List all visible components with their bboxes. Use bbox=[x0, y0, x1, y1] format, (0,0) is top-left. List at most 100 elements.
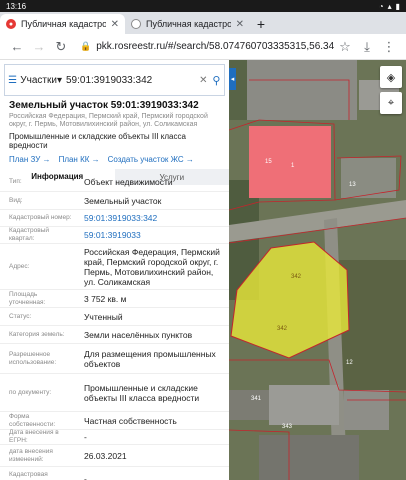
building-label: 1 bbox=[291, 163, 295, 169]
attribute-row: Разрешенное использование: Для размещения… bbox=[0, 344, 229, 374]
attribute-key: Кадастровая стоимость: bbox=[9, 470, 48, 480]
attribute-value[interactable]: 59:01:3919033:342 bbox=[75, 210, 229, 226]
attribute-row: Форма собственности: Частная собственност… bbox=[0, 412, 229, 430]
lock-icon: 🔒 bbox=[80, 41, 92, 51]
search-type-select[interactable]: Участки ▾ bbox=[20, 75, 66, 86]
chevron-down-icon: ▾ bbox=[56, 74, 62, 86]
map-tools-icon[interactable]: ⌖ bbox=[380, 92, 402, 114]
tab-pkk-1[interactable]: ● Публичная кадастрова ✕ bbox=[0, 14, 125, 34]
building-footprint bbox=[249, 126, 331, 198]
object-links: План ЗУ → План КК → Создать участок ЖС → bbox=[9, 155, 220, 164]
attribute-key: Категория земель: bbox=[9, 330, 65, 338]
attribute-row: Кадастровая стоимость: - bbox=[0, 467, 229, 480]
attribute-key: Форма собственности: bbox=[9, 412, 56, 428]
forward-button[interactable]: → bbox=[28, 36, 50, 58]
tab-pkk-2[interactable]: Публичная кадастровая ✕ bbox=[125, 14, 250, 34]
object-header: Земельный участок 59:01:3919033:342 Росс… bbox=[0, 96, 229, 164]
parcel-label-341: 341 bbox=[251, 396, 262, 402]
object-address: Российская Федерация, Пермский край, Пер… bbox=[9, 113, 208, 128]
parcel-label: 342 bbox=[291, 274, 302, 280]
attribute-key: Статус: bbox=[9, 312, 32, 320]
attribute-value: Объект недвижимости bbox=[84, 176, 173, 187]
map-toolbar: ◈ ⌖ bbox=[380, 66, 402, 114]
parcel-label-13: 13 bbox=[349, 182, 356, 188]
attribute-key: Адрес: bbox=[9, 262, 30, 270]
attribute-key: Площадь уточненная: bbox=[9, 290, 46, 306]
status-icons: ◔ ▴ ▮ bbox=[379, 2, 400, 11]
attribute-value: Российская Федерация, Пермский край, Пер… bbox=[84, 246, 220, 287]
attribute-key: Разрешенное использование: bbox=[9, 350, 57, 366]
attribute-value: 3 752 кв. м bbox=[84, 293, 127, 304]
status-bar: 13:16 ◔ ▴ ▮ bbox=[0, 0, 406, 12]
back-button[interactable]: ← bbox=[6, 36, 28, 58]
clock: 13:16 bbox=[6, 1, 27, 11]
create-parcel-link[interactable]: Создать участок ЖС → bbox=[108, 155, 194, 164]
attribute-value: - bbox=[84, 432, 87, 442]
attribute-value: Учтенный bbox=[84, 311, 123, 322]
new-tab-button[interactable]: + bbox=[252, 14, 270, 34]
site-favicon-icon: ● bbox=[6, 19, 16, 29]
download-icon[interactable]: ⤓ bbox=[356, 36, 378, 58]
attribute-value[interactable]: 59:01:3919033 bbox=[75, 227, 229, 243]
tab-strip: ● Публичная кадастрова ✕ Публичная кадас… bbox=[0, 12, 406, 34]
tab-title: Публичная кадастровая bbox=[146, 19, 231, 29]
info-panel: ☰ Участки ▾ ✕ ⚲ Земельный участок 59:01:… bbox=[0, 60, 229, 480]
satellite-map bbox=[229, 60, 406, 480]
attribute-row: Тип: Объект недвижимости bbox=[0, 172, 229, 192]
attribute-value: - bbox=[84, 473, 87, 480]
attribute-row: Площадь уточненная: 3 752 кв. м bbox=[0, 290, 229, 308]
attribute-row: по документу: Промышленные и складские об… bbox=[0, 374, 229, 412]
layers-icon[interactable]: ◈ bbox=[380, 66, 402, 88]
attribute-value: Частная собственность bbox=[84, 415, 177, 426]
url-text: pkk.rosreestr.ru/#/search/58.07476070333… bbox=[96, 41, 334, 52]
attribute-row: Статус: Учтенный bbox=[0, 308, 229, 326]
parcel-label: 342 bbox=[277, 326, 288, 332]
reload-button[interactable]: ↻ bbox=[50, 36, 72, 58]
address-bar: ← → ↻ 🔒 pkk.rosreestr.ru/#/search/58.074… bbox=[0, 34, 406, 60]
attribute-row: Дата внесения в ЕГРН: - bbox=[0, 429, 229, 445]
attribute-row: Адрес: Российская Федерация, Пермский кра… bbox=[0, 244, 229, 290]
attribute-key: дата внесения изменений: bbox=[9, 447, 53, 463]
tab-title: Публичная кадастрова bbox=[21, 19, 106, 29]
site-favicon-icon bbox=[131, 19, 141, 29]
parcel-label-343: 343 bbox=[282, 424, 293, 430]
attribute-row: дата внесения изменений: 26.03.2021 bbox=[0, 445, 229, 467]
attribute-key: по документу: bbox=[9, 388, 52, 396]
attribute-value: Промышленные и складские объекты III кла… bbox=[84, 382, 200, 403]
clear-icon[interactable]: ✕ bbox=[198, 75, 209, 86]
menu-icon[interactable]: ☰ bbox=[5, 75, 20, 86]
plan-kk-link[interactable]: План КК → bbox=[59, 155, 100, 164]
attribute-row: Кадастровый номер: 59:01:3919033:342 bbox=[0, 210, 229, 227]
attribute-value: 26.03.2021 bbox=[84, 450, 127, 461]
attribute-row: Вид: Земельный участок bbox=[0, 192, 229, 210]
url-field[interactable]: 🔒 pkk.rosreestr.ru/#/search/58.074760703… bbox=[80, 37, 334, 57]
search-bar: ☰ Участки ▾ ✕ ⚲ bbox=[4, 64, 225, 96]
attribute-table: Тип: Объект недвижимости Вид: Земельный уча… bbox=[0, 172, 229, 480]
attribute-value: Земли населённых пунктов bbox=[84, 329, 193, 340]
attribute-value: Для размещения промышленных объектов bbox=[84, 348, 216, 369]
attribute-row: Кадастровый квартал: 59:01:3919033 bbox=[0, 227, 229, 244]
attribute-key: Вид: bbox=[9, 196, 23, 204]
wifi-icon: ◔ bbox=[378, 1, 384, 11]
object-title: Земельный участок 59:01:3919033:342 bbox=[9, 100, 199, 111]
object-use: Промышленные и складские объекты III кла… bbox=[9, 132, 186, 150]
parcel-label-12: 12 bbox=[346, 360, 353, 366]
attribute-row: Категория земель: Земли населённых пункто… bbox=[0, 326, 229, 344]
parcel-label-15: 15 bbox=[265, 159, 272, 165]
close-tab-icon[interactable]: ✕ bbox=[111, 19, 119, 30]
attribute-value: Земельный участок bbox=[84, 195, 162, 206]
attribute-key: Кадастровый номер: bbox=[9, 214, 72, 221]
map-view[interactable]: 342 342 1 13 15 341 343 12 ◂ ◈ ⌖ bbox=[229, 60, 406, 480]
battery-icon: ▮ bbox=[395, 1, 400, 11]
plan-zu-link[interactable]: План ЗУ → bbox=[9, 155, 51, 164]
attribute-key: Тип: bbox=[9, 177, 22, 185]
close-tab-icon[interactable]: ✕ bbox=[236, 19, 244, 30]
search-icon[interactable]: ⚲ bbox=[209, 74, 224, 87]
bookmark-star-icon[interactable]: ☆ bbox=[334, 36, 356, 58]
signal-icon: ▴ bbox=[387, 1, 392, 11]
attribute-key: Дата внесения в ЕГРН: bbox=[9, 429, 59, 444]
collapse-panel-button[interactable]: ◂ bbox=[229, 68, 236, 90]
search-input[interactable] bbox=[66, 74, 198, 86]
more-menu-icon[interactable]: ⋮ bbox=[378, 36, 400, 58]
attribute-key: Кадастровый квартал: bbox=[9, 227, 50, 242]
